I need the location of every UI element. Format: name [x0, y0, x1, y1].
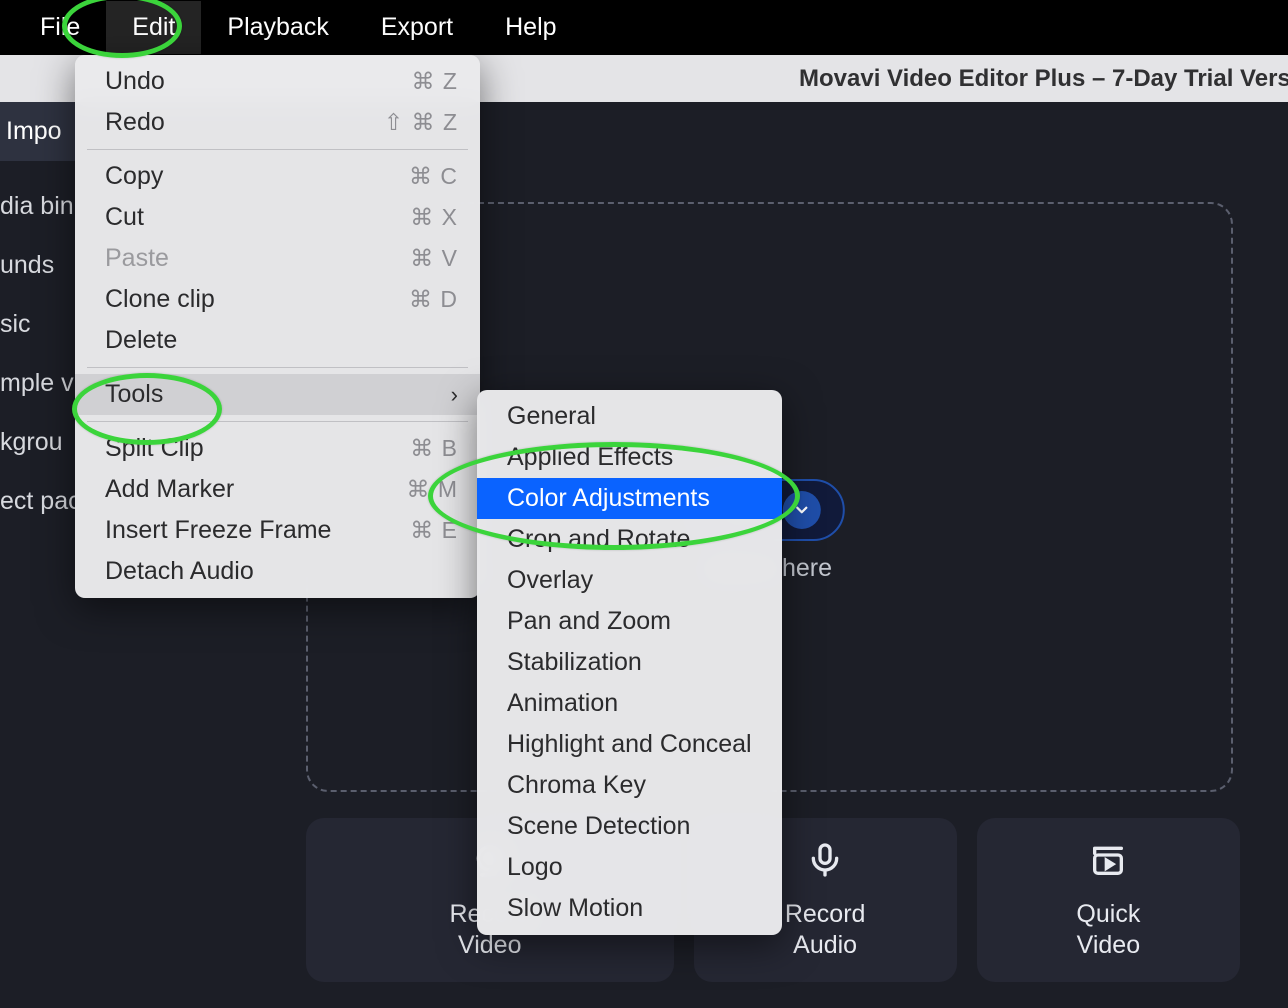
menu-shortcut: ⌘ V: [410, 245, 458, 272]
menu-separator: [87, 367, 468, 368]
menu-item-label: Delete: [105, 326, 177, 355]
menu-shortcut: ⇧ ⌘ Z: [384, 109, 458, 136]
menu-item-label: Pan and Zoom: [507, 607, 671, 636]
menu-shortcut: ⌘ Z: [412, 68, 458, 95]
tools-item-color-adjustments[interactable]: Color Adjustments: [477, 478, 782, 519]
menu-shortcut: ⌘ M: [406, 476, 458, 503]
menu-item-label: Logo: [507, 853, 563, 882]
quick-video-label: Quick Video: [1076, 899, 1140, 962]
menu-shortcut: ⌘ E: [410, 517, 458, 544]
menu-item-label: General: [507, 402, 596, 431]
menu-item-label: Crop and Rotate: [507, 525, 690, 554]
menu-item-delete[interactable]: Delete: [75, 320, 480, 361]
edit-menu-panel: Undo ⌘ Z Redo ⇧ ⌘ Z Copy ⌘ C Cut ⌘ X Pas…: [75, 55, 480, 598]
sidebar-item-sample-video[interactable]: mple vi: [0, 354, 76, 413]
menu-item-label: Slow Motion: [507, 894, 643, 923]
menu-shortcut: ⌘ D: [409, 286, 458, 313]
sidebar-item-background[interactable]: kgrou: [0, 413, 76, 472]
window-title: Movavi Video Editor Plus – 7-Day Trial V…: [644, 65, 1288, 93]
menu-item-paste: Paste ⌘ V: [75, 238, 480, 279]
menu-help[interactable]: Help: [479, 1, 582, 54]
chevron-right-icon: ›: [451, 382, 458, 408]
menu-item-label: Detach Audio: [105, 557, 254, 586]
menu-item-label: Redo: [105, 108, 165, 137]
menu-item-tools[interactable]: Tools ›: [75, 374, 480, 415]
menu-item-label: Overlay: [507, 566, 593, 595]
sidebar-tab-import[interactable]: Impo: [0, 102, 76, 161]
record-audio-label: Record Audio: [785, 899, 866, 962]
tools-item-overlay[interactable]: Overlay: [477, 560, 782, 601]
tools-item-scene-detection[interactable]: Scene Detection: [477, 806, 782, 847]
tools-item-applied-effects[interactable]: Applied Effects: [477, 437, 782, 478]
menu-item-cut[interactable]: Cut ⌘ X: [75, 197, 480, 238]
tools-item-general[interactable]: General: [477, 396, 782, 437]
tools-item-animation[interactable]: Animation: [477, 683, 782, 724]
tools-item-crop-and-rotate[interactable]: Crop and Rotate: [477, 519, 782, 560]
menu-export[interactable]: Export: [355, 1, 479, 54]
sidebar: Impo dia bin unds sic mple vi kgrou ect …: [0, 102, 76, 531]
tools-item-pan-and-zoom[interactable]: Pan and Zoom: [477, 601, 782, 642]
quickvideo-icon: [1088, 840, 1128, 885]
tools-item-logo[interactable]: Logo: [477, 847, 782, 888]
sidebar-item-music[interactable]: sic: [0, 295, 76, 354]
menu-shortcut: ⌘ X: [410, 204, 458, 231]
menu-shortcut: ⌘ B: [410, 435, 458, 462]
tools-item-slow-motion[interactable]: Slow Motion: [477, 888, 782, 929]
tools-submenu-panel: General Applied Effects Color Adjustment…: [477, 390, 782, 935]
menu-separator: [87, 149, 468, 150]
menu-item-label: Highlight and Conceal: [507, 730, 752, 759]
menu-item-label: Stabilization: [507, 648, 642, 677]
menu-item-detach-audio[interactable]: Detach Audio: [75, 551, 480, 592]
menu-item-label: Cut: [105, 203, 144, 232]
menu-edit[interactable]: Edit: [106, 1, 201, 54]
menu-item-split-clip[interactable]: Split Clip ⌘ B: [75, 428, 480, 469]
menu-playback[interactable]: Playback: [201, 1, 354, 54]
microphone-icon: [805, 840, 845, 885]
menu-separator: [87, 421, 468, 422]
menu-item-label: Insert Freeze Frame: [105, 516, 331, 545]
sidebar-item-sounds[interactable]: unds: [0, 236, 76, 295]
menu-item-label: Tools: [105, 380, 163, 409]
menu-item-label: Paste: [105, 244, 169, 273]
chevron-down-icon[interactable]: [783, 491, 821, 529]
quick-video-button[interactable]: Quick Video: [977, 818, 1240, 982]
menu-item-copy[interactable]: Copy ⌘ C: [75, 156, 480, 197]
menu-item-label: Animation: [507, 689, 618, 718]
sidebar-item-media-bin[interactable]: dia bin: [0, 177, 76, 236]
menu-file[interactable]: File: [14, 1, 106, 54]
menu-item-redo[interactable]: Redo ⇧ ⌘ Z: [75, 102, 480, 143]
menu-item-label: Applied Effects: [507, 443, 673, 472]
menu-item-insert-freeze-frame[interactable]: Insert Freeze Frame ⌘ E: [75, 510, 480, 551]
menu-item-label: Clone clip: [105, 285, 215, 314]
menu-item-label: Undo: [105, 67, 165, 96]
menubar: File Edit Playback Export Help: [0, 0, 1288, 55]
tools-item-highlight-and-conceal[interactable]: Highlight and Conceal: [477, 724, 782, 765]
menu-item-clone-clip[interactable]: Clone clip ⌘ D: [75, 279, 480, 320]
menu-item-label: Split Clip: [105, 434, 204, 463]
menu-item-undo[interactable]: Undo ⌘ Z: [75, 61, 480, 102]
menu-item-label: Copy: [105, 162, 163, 191]
menu-item-label: Chroma Key: [507, 771, 646, 800]
tools-item-chroma-key[interactable]: Chroma Key: [477, 765, 782, 806]
menu-item-label: Add Marker: [105, 475, 234, 504]
menu-item-add-marker[interactable]: Add Marker ⌘ M: [75, 469, 480, 510]
menu-item-label: Scene Detection: [507, 812, 690, 841]
sidebar-item-effect-packs[interactable]: ect pac: [0, 472, 76, 531]
menu-item-label: Color Adjustments: [507, 484, 710, 513]
menu-shortcut: ⌘ C: [409, 163, 458, 190]
sidebar-list: dia bin unds sic mple vi kgrou ect pac: [0, 161, 76, 531]
tools-item-stabilization[interactable]: Stabilization: [477, 642, 782, 683]
